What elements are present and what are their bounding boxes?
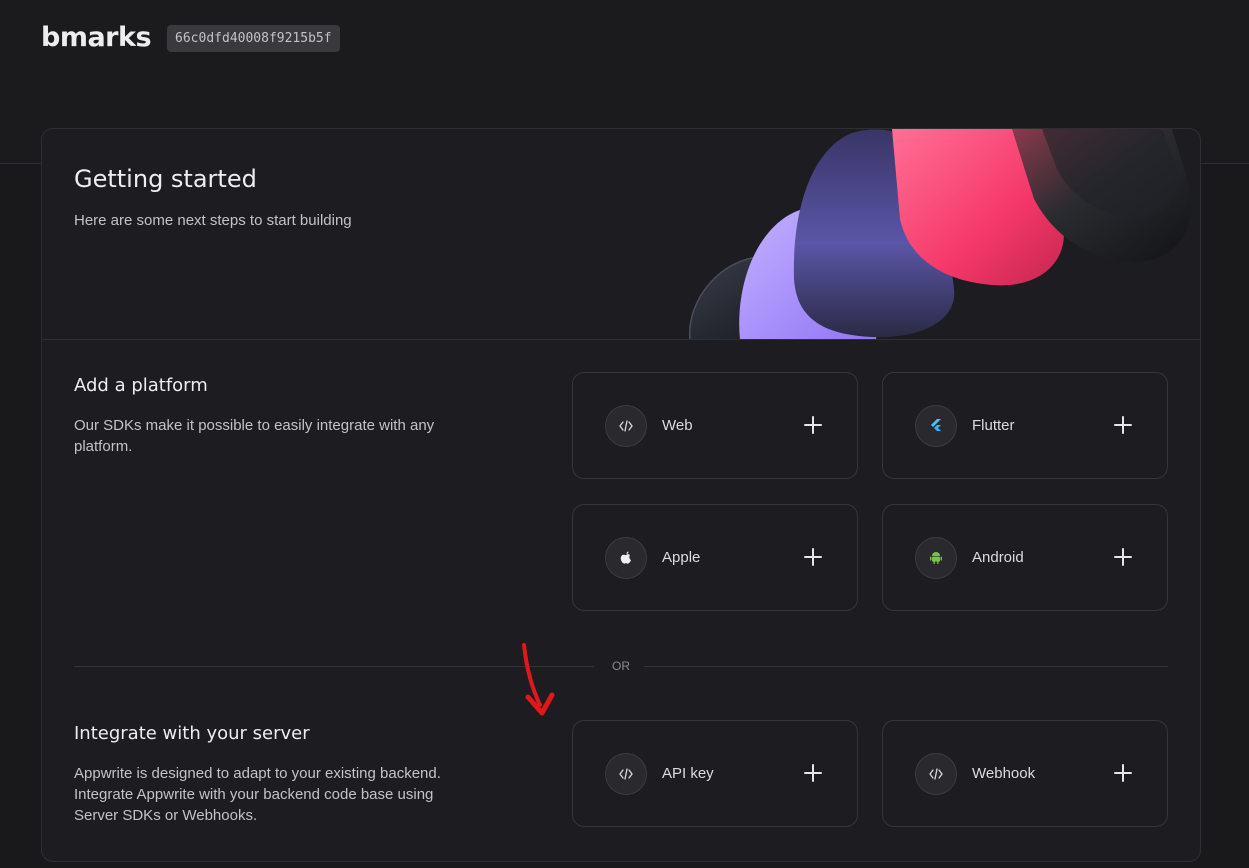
plus-icon [1114,764,1132,782]
android-icon [915,536,957,579]
tile-label: Flutter [972,417,1015,434]
plus-icon [804,548,822,566]
project-id-badge[interactable]: 66c0dfd40008f9215b5f [167,25,340,52]
tile-label: Android [972,549,1024,566]
server-section-title: Integrate with your server [74,723,310,744]
code-icon [605,404,647,447]
project-name: bmarks [41,22,152,53]
annotation-arrow [522,643,555,716]
getting-started-card: Getting started Here are some next steps… [41,128,1201,862]
page-header: bmarks 66c0dfd40008f9215b5f [41,22,340,53]
tile-label: API key [662,765,714,782]
hero-section: Getting started Here are some next steps… [42,129,1200,340]
tile-label: Web [662,417,693,434]
flutter-icon [915,404,957,447]
server-tile-webhook[interactable]: Webhook [882,720,1168,827]
add-platform-description: Our SDKs make it possible to easily inte… [74,417,435,455]
server-section-description: Appwrite is designed to adapt to your ex… [74,765,441,824]
platform-tile-web[interactable]: Web [572,372,858,479]
plus-icon [1114,548,1132,566]
plus-icon [804,416,822,434]
add-platform-title: Add a platform [74,375,208,396]
platform-tile-android[interactable]: Android [882,504,1168,611]
tile-label: Apple [662,549,701,566]
plus-icon [804,764,822,782]
platform-tile-flutter[interactable]: Flutter [882,372,1168,479]
hero-subtitle: Here are some next steps to start buildi… [74,212,352,229]
divider-line-right [644,666,1168,667]
apple-icon [605,536,647,579]
plus-icon [1114,416,1132,434]
code-icon [605,752,647,795]
hero-title: Getting started [74,165,257,193]
server-tile-api-key[interactable]: API key [572,720,858,827]
platform-tile-apple[interactable]: Apple [572,504,858,611]
hero-illustration [689,129,1192,339]
tile-label: Webhook [972,765,1036,782]
divider-or-label: OR [612,659,630,673]
code-icon [915,752,957,795]
